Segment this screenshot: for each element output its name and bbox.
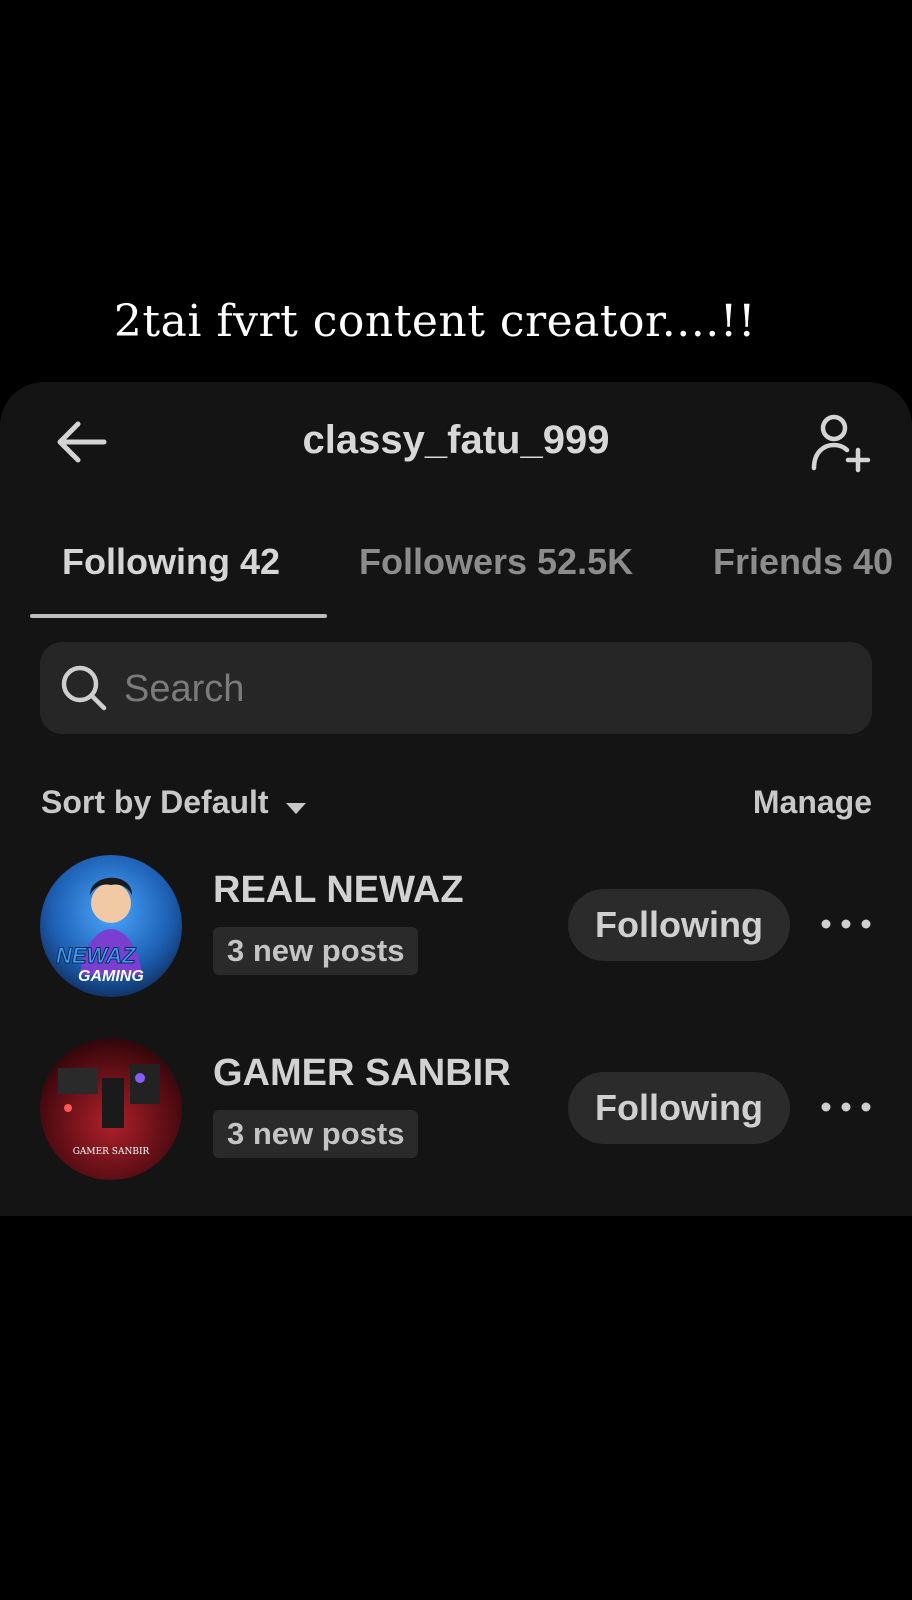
following-button[interactable]: Following [568, 889, 790, 961]
sort-dropdown[interactable]: Sort by Default [41, 784, 307, 823]
new-posts-badge: 3 new posts [213, 1110, 419, 1158]
story-caption: 2tai fvrt content creator....!! [113, 296, 757, 347]
tab-friends[interactable]: Friends 40 [713, 522, 893, 602]
avatar[interactable]: GAMER SANBIR [40, 1038, 182, 1180]
tab-following[interactable]: Following 42 [62, 522, 280, 602]
avatar-newaz-gaming-image: NEWAZ GAMING [40, 855, 182, 997]
tab-followers[interactable]: Followers 52.5K [359, 522, 633, 602]
more-horizontal-icon [821, 919, 871, 929]
add-friend-button[interactable] [810, 412, 872, 474]
avatar-text: GAMER SANBIR [73, 1147, 150, 1157]
more-options-button[interactable] [818, 1092, 874, 1122]
following-button[interactable]: Following [568, 1072, 790, 1144]
new-posts-badge: 3 new posts [213, 927, 419, 975]
avatar-text: NEWAZ [56, 943, 137, 968]
avatar-text: GAMING [78, 968, 144, 985]
person-add-icon [811, 414, 871, 473]
caret-down-icon [285, 786, 307, 823]
more-horizontal-icon [821, 1102, 871, 1112]
search-input[interactable] [122, 642, 846, 736]
profile-username-title: classy_fatu_999 [302, 418, 610, 462]
top-bar: classy_fatu_999 [0, 382, 912, 502]
more-options-button[interactable] [818, 909, 874, 939]
sort-label: Sort by Default [41, 784, 269, 820]
tab-bar: Following 42 Followers 52.5K Friends 40 [0, 522, 912, 614]
following-list-panel: classy_fatu_999 Following 42 Followers 5… [0, 382, 912, 1216]
list-item: GAMER SANBIR GAMER SANBIR 3 new posts Fo… [0, 1038, 912, 1188]
user-name[interactable]: REAL NEWAZ [213, 869, 464, 912]
avatar-gamer-sanbir-image: GAMER SANBIR [40, 1038, 182, 1180]
search-icon [61, 665, 107, 711]
manage-button[interactable]: Manage [753, 784, 872, 821]
active-tab-indicator [30, 614, 327, 618]
search-bar[interactable] [40, 642, 872, 736]
avatar[interactable]: NEWAZ GAMING [40, 855, 182, 997]
list-item: NEWAZ GAMING REAL NEWAZ 3 new posts Foll… [0, 855, 912, 1005]
user-name[interactable]: GAMER SANBIR [213, 1052, 511, 1095]
